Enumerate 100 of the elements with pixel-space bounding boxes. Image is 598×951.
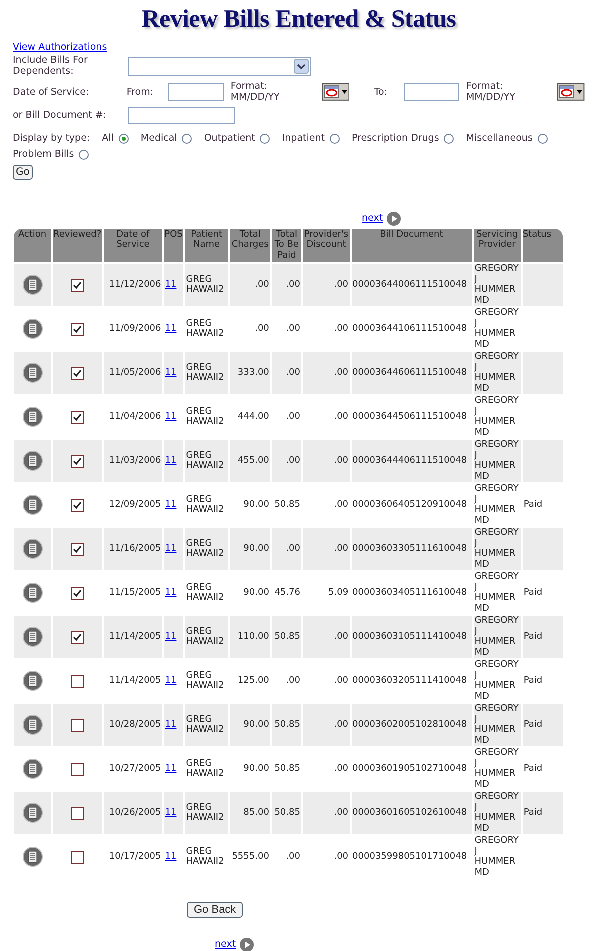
pos-link[interactable]: 11 [165, 280, 177, 290]
table-cell-text: 12/09/2005 [108, 498, 162, 512]
table-cell-text: 50.85 [274, 498, 302, 512]
table-cell-text: GREG HAWAII2 [185, 318, 226, 341]
reviewed-checkbox[interactable] [71, 806, 84, 820]
radio-button[interactable] [182, 134, 192, 144]
radio-button[interactable] [118, 134, 129, 144]
to-date-input[interactable] [404, 83, 460, 101]
reviewed-checkbox[interactable] [71, 718, 84, 732]
to-label: To: [374, 86, 389, 98]
table-cell-text: Paid [522, 762, 544, 776]
next-link[interactable]: next [215, 939, 236, 950]
date-format-hint: Format: MM/DD/YY [230, 81, 281, 103]
table-cell: 11/12/2006 [104, 264, 162, 306]
document-icon[interactable] [22, 759, 43, 779]
table-cell: GREG HAWAII2 [185, 792, 228, 834]
table-cell: 110.00 [230, 616, 270, 658]
table-cell: GREGORY J HUMMER MD [474, 528, 521, 570]
radio-button[interactable] [330, 134, 340, 144]
reviewed-checkbox[interactable] [71, 630, 84, 644]
pos-link[interactable]: 11 [165, 544, 177, 554]
table-cell: .00 [272, 264, 302, 306]
field-label: or Bill Document #: [13, 110, 108, 121]
table-cell-text: Paid [522, 586, 544, 600]
document-icon[interactable] [22, 539, 43, 559]
document-icon[interactable] [22, 363, 43, 383]
table-cell: 50.85 [272, 616, 302, 658]
from-date-input[interactable] [168, 83, 224, 101]
pos-link[interactable]: 11 [165, 368, 177, 378]
table-cell-text: 10/17/2005 [108, 850, 162, 864]
column-header: Total Charges [230, 228, 270, 262]
pos-link[interactable]: 11 [165, 720, 177, 730]
table-cell: GREGORY J HUMMER MD [474, 792, 521, 834]
calendar-icon[interactable] [322, 83, 350, 101]
bill-document-input[interactable] [128, 107, 235, 124]
table-cell-text: GREG HAWAII2 [185, 846, 226, 869]
pos-link[interactable]: 11 [165, 764, 177, 774]
pos-link[interactable]: 11 [165, 456, 177, 466]
table-cell: GREG HAWAII2 [185, 704, 228, 746]
document-icon[interactable] [22, 275, 43, 295]
table-cell-text: .00 [333, 410, 350, 424]
column-header: Action [14, 228, 52, 262]
reviewed-checkbox[interactable] [71, 454, 84, 468]
calendar-icon[interactable] [557, 83, 585, 101]
document-icon[interactable] [22, 847, 43, 867]
pos-link[interactable]: 11 [165, 676, 177, 686]
document-icon[interactable] [22, 495, 43, 515]
table-cell: 00003644606111510048 [352, 352, 472, 394]
document-icon[interactable] [22, 451, 43, 471]
document-icon[interactable] [22, 627, 43, 647]
table-cell: .00 [303, 704, 350, 746]
document-icon[interactable] [22, 407, 43, 427]
radio-button[interactable] [79, 150, 90, 160]
pos-link[interactable]: 11 [165, 852, 177, 862]
pos-link[interactable]: 11 [165, 324, 177, 334]
reviewed-checkbox[interactable] [71, 410, 84, 424]
table-cell-text: GREGORY J HUMMER MD [474, 660, 520, 702]
radio-button[interactable] [538, 134, 548, 144]
reviewed-checkbox[interactable] [71, 674, 84, 688]
next-link[interactable]: next [362, 213, 384, 224]
reviewed-checkbox[interactable] [71, 850, 84, 864]
table-cell-text: GREG HAWAII2 [185, 582, 226, 605]
pos-link[interactable]: 11 [165, 632, 177, 642]
reviewed-checkbox[interactable] [71, 586, 84, 600]
table-cell: .00 [230, 264, 270, 306]
view-authorizations-link[interactable]: View Authorizations [13, 42, 108, 53]
document-icon[interactable] [22, 715, 43, 735]
reviewed-checkbox[interactable] [71, 278, 84, 292]
table-cell-text: 90.00 [242, 498, 270, 512]
document-icon[interactable] [22, 803, 43, 823]
table-cell-text: 00003603205111410048 [352, 674, 468, 688]
table-cell: GREG HAWAII2 [185, 616, 228, 658]
table-cell-text: .00 [333, 322, 350, 336]
table-cell: GREGORY J HUMMER MD [474, 352, 521, 394]
table-cell: 455.00 [230, 440, 270, 482]
go-button[interactable]: Go [13, 165, 33, 180]
table-cell: GREG HAWAII2 [185, 352, 228, 394]
reviewed-checkbox[interactable] [71, 366, 84, 380]
pos-link[interactable]: 11 [165, 808, 177, 818]
reviewed-checkbox[interactable] [71, 322, 84, 336]
document-icon[interactable] [22, 583, 43, 603]
pos-link[interactable]: 11 [165, 500, 177, 510]
pos-link[interactable]: 11 [165, 412, 177, 422]
document-icon[interactable] [22, 671, 43, 691]
table-cell-text: 10/27/2005 [108, 762, 162, 776]
radio-button[interactable] [260, 134, 270, 144]
radio-button[interactable] [444, 134, 454, 144]
next-arrow-icon[interactable] [240, 938, 254, 951]
field-label: Include Bills For Dependents: [13, 55, 89, 77]
reviewed-checkbox[interactable] [71, 498, 84, 512]
table-cell: 11/05/2006 [104, 352, 162, 394]
table-cell: 00003603105111410048 [352, 616, 472, 658]
pos-link[interactable]: 11 [165, 588, 177, 598]
go-back-button[interactable]: Go Back [187, 902, 244, 918]
reviewed-checkbox[interactable] [71, 762, 84, 776]
column-header: POS [164, 228, 184, 262]
radio-label: Problem Bills [13, 149, 74, 160]
page-title: Review Bills Entered & Status [142, 6, 456, 34]
document-icon[interactable] [22, 319, 43, 339]
reviewed-checkbox[interactable] [71, 542, 84, 556]
